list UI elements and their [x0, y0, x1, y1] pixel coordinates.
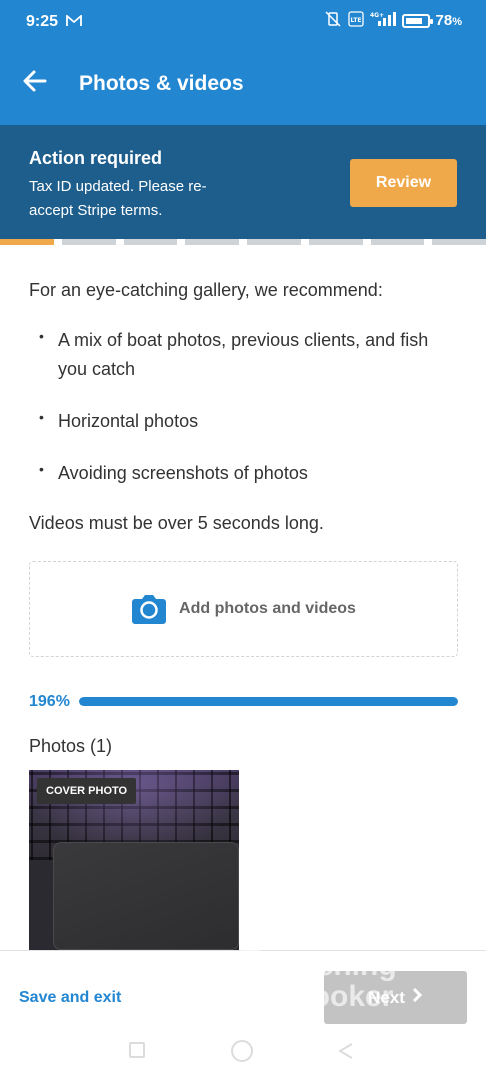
cover-photo-thumbnail[interactable]: COVER PHOTO	[29, 770, 239, 950]
vibrate-off-icon	[324, 11, 342, 30]
app-bar: Photos & videos	[0, 46, 486, 125]
step-indicator	[247, 239, 301, 245]
volte-icon: LTE	[347, 11, 364, 30]
recents-button[interactable]	[129, 1042, 145, 1058]
photo-trackpad	[53, 842, 239, 950]
system-back-button[interactable]	[336, 1041, 356, 1061]
videos-note: Videos must be over 5 seconds long.	[29, 513, 324, 533]
home-button[interactable]	[231, 1040, 253, 1062]
battery-level: 78%	[435, 12, 462, 29]
step-indicator	[308, 239, 363, 245]
banner-text: Tax ID updated. Please re-accept Stripe …	[29, 178, 207, 219]
battery-icon	[401, 13, 433, 28]
banner-title: Action required	[29, 148, 163, 168]
back-arrow-icon[interactable]	[20, 66, 50, 96]
step-indicator	[61, 239, 116, 245]
svg-text:4G+: 4G+	[370, 12, 384, 19]
svg-text:LTE: LTE	[350, 17, 361, 24]
status-time: 9:25	[26, 13, 59, 30]
step-indicator	[432, 239, 486, 245]
page-title: Photos & videos	[79, 72, 244, 95]
step-indicator	[123, 239, 178, 245]
system-nav-bar	[0, 1035, 486, 1080]
upload-label: Add photos and videos	[179, 600, 356, 617]
intro-text: For an eye-catching gallery, we recommen…	[29, 280, 383, 300]
list-item: Horizontal photos	[29, 403, 459, 436]
add-photos-button[interactable]: Add photos and videos	[29, 561, 458, 657]
step-indicator-active	[0, 239, 54, 245]
footer-bar: Save and exit Next	[0, 950, 486, 1035]
next-button[interactable]: Next	[324, 971, 467, 1024]
status-bar: 9:25 LTE 4G+ 78%	[0, 0, 486, 46]
recommendation-list: A mix of boat photos, previous clients, …	[29, 322, 459, 511]
camera-icon	[131, 593, 167, 625]
gmail-icon	[66, 14, 82, 30]
cover-photo-badge: COVER PHOTO	[37, 778, 137, 804]
step-indicator	[370, 239, 425, 245]
upload-progress-fill	[79, 697, 458, 706]
save-and-exit-button[interactable]: Save and exit	[19, 989, 121, 1007]
photos-heading: Photos (1)	[29, 736, 113, 756]
next-button-label: Next	[368, 987, 405, 1007]
review-button[interactable]: Review	[350, 159, 457, 207]
upload-progress-bar	[79, 697, 458, 706]
upload-progress-label: 196%	[29, 693, 70, 710]
chevron-right-icon	[411, 987, 423, 1008]
step-indicator	[185, 239, 239, 245]
list-item: A mix of boat photos, previous clients, …	[29, 322, 459, 384]
status-indicators: LTE 4G+ 78%	[324, 11, 462, 30]
action-required-banner: Action required Tax ID updated. Please r…	[0, 125, 486, 239]
signal-icon: 4G+	[370, 11, 396, 30]
step-progress	[0, 239, 486, 245]
list-item: Avoiding screenshots of photos	[29, 455, 459, 488]
